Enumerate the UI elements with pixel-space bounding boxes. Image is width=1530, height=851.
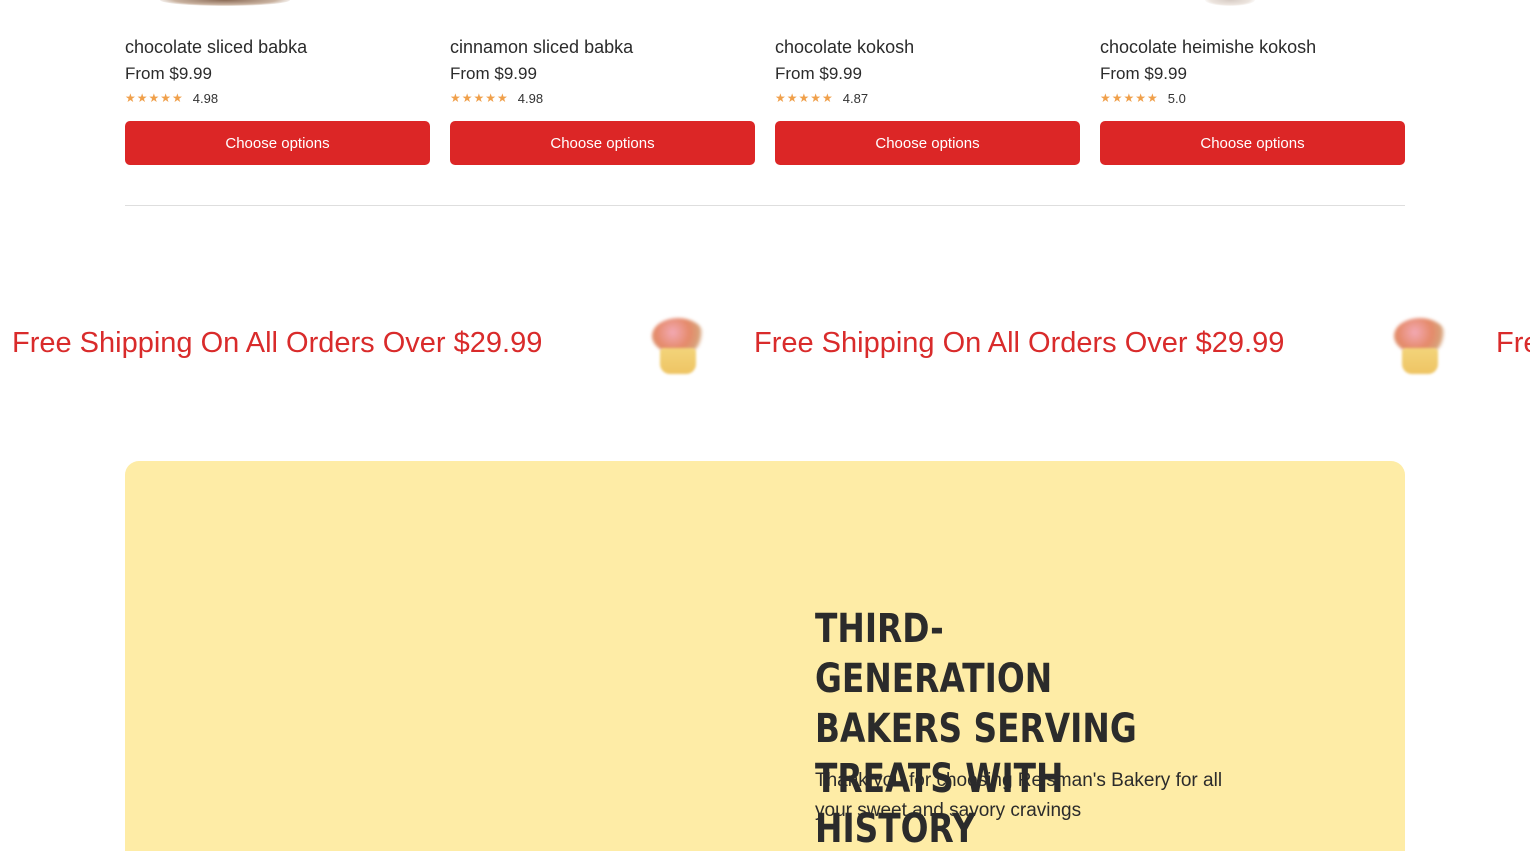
choose-options-button[interactable]: Choose options (450, 121, 755, 165)
marquee-text-partial: Fre (1496, 327, 1530, 359)
rating-value: 4.87 (842, 90, 869, 106)
product-title[interactable]: chocolate heimishe kokosh (1100, 37, 1316, 58)
product-price: From $9.99 (125, 64, 212, 83)
cupcake-icon (1390, 316, 1450, 376)
star-rating-icon: ★★★★★ (125, 91, 184, 105)
marquee-text: Free Shipping On All Orders Over $29.99 (754, 327, 1285, 359)
product-price: From $9.99 (1100, 64, 1187, 83)
product-rating: ★★★★★ 4.98 (450, 89, 543, 107)
cupcake-icon (648, 316, 708, 376)
star-rating-icon: ★★★★★ (450, 91, 509, 105)
product-card: chocolate sliced babka From $9.99 ★★★★★ … (125, 0, 430, 170)
rating-value: 4.98 (192, 90, 219, 106)
marquee-text: Free Shipping On All Orders Over $29.99 (12, 327, 543, 359)
rating-value: 4.98 (517, 90, 544, 106)
product-price: From $9.99 (775, 64, 862, 83)
star-rating-icon: ★★★★★ (1100, 91, 1159, 105)
product-price: From $9.99 (450, 64, 537, 83)
page: chocolate sliced babka From $9.99 ★★★★★ … (0, 0, 1530, 851)
rating-value: 5.0 (1167, 90, 1186, 106)
product-rating: ★★★★★ 5.0 (1100, 89, 1186, 107)
shipping-marquee: Free Shipping On All Orders Over $29.99 … (0, 300, 1530, 392)
choose-options-button[interactable]: Choose options (775, 121, 1080, 165)
product-card: chocolate kokosh From $9.99 ★★★★★ 4.87 C… (775, 0, 1080, 170)
story-body: Thank you for choosing Reisman's Bakery … (815, 770, 1223, 821)
product-rating: ★★★★★ 4.98 (125, 89, 218, 107)
about-story-card: Third-Generation Bakers Serving Treats W… (125, 461, 1405, 851)
choose-options-button[interactable]: Choose options (125, 121, 430, 165)
choose-options-button[interactable]: Choose options (1100, 121, 1405, 165)
section-divider (125, 205, 1405, 206)
product-card: chocolate heimishe kokosh From $9.99 ★★★… (1100, 0, 1405, 170)
product-title[interactable]: chocolate sliced babka (125, 37, 307, 58)
product-title[interactable]: cinnamon sliced babka (450, 37, 633, 58)
product-card: cinnamon sliced babka From $9.99 ★★★★★ 4… (450, 0, 755, 170)
product-rating: ★★★★★ 4.87 (775, 89, 868, 107)
product-grid: chocolate sliced babka From $9.99 ★★★★★ … (125, 0, 1405, 206)
product-title[interactable]: chocolate kokosh (775, 37, 914, 58)
star-rating-icon: ★★★★★ (775, 91, 834, 105)
